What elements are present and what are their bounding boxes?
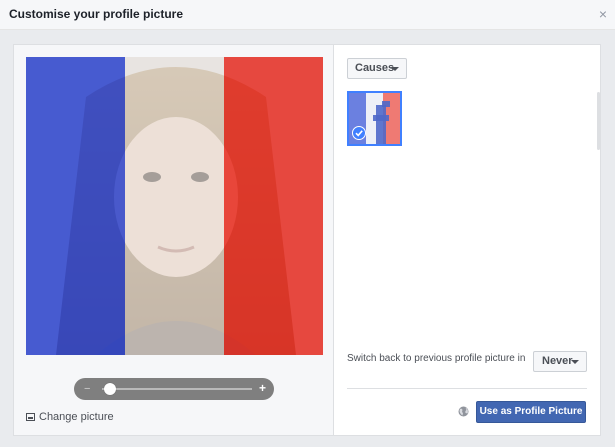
chevron-down-icon xyxy=(571,360,579,364)
change-picture-link[interactable]: Change picture xyxy=(26,411,114,423)
close-icon[interactable]: × xyxy=(597,7,609,21)
frame-option-facebook-flag[interactable] xyxy=(347,91,402,146)
zoom-in-icon[interactable]: + xyxy=(259,380,266,396)
picture-icon xyxy=(26,413,35,421)
dialog-title: Customise your profile picture xyxy=(9,7,184,21)
divider xyxy=(347,388,587,389)
zoom-track[interactable] xyxy=(102,388,252,390)
dialog-header: Customise your profile picture × xyxy=(0,0,615,30)
causes-dropdown[interactable]: Causes xyxy=(347,58,407,79)
check-icon xyxy=(352,126,366,140)
zoom-out-icon[interactable]: − xyxy=(84,382,90,396)
profile-photo-preview[interactable] xyxy=(26,57,323,355)
revert-label: Switch back to previous profile picture … xyxy=(347,353,526,364)
revert-duration-dropdown[interactable]: Never xyxy=(533,351,587,372)
causes-dropdown-label: Causes xyxy=(355,62,395,74)
revert-duration-value: Never xyxy=(542,355,573,367)
globe-icon[interactable] xyxy=(458,404,469,417)
zoom-slider[interactable]: − + xyxy=(74,378,274,400)
use-as-profile-picture-button[interactable]: Use as Profile Picture xyxy=(476,401,586,423)
frames-scrollbar[interactable] xyxy=(597,92,600,150)
zoom-handle[interactable] xyxy=(103,383,116,395)
change-picture-label: Change picture xyxy=(39,411,114,423)
chevron-down-icon xyxy=(391,67,399,71)
